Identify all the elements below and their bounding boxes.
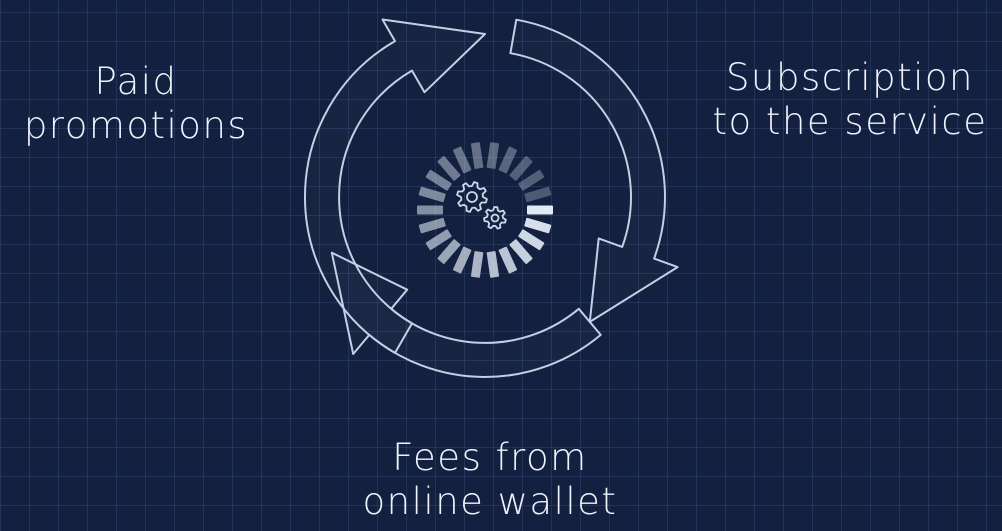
cycle-arrow-right bbox=[509, 18, 679, 323]
spinner-bar bbox=[486, 251, 500, 278]
spinner-bar bbox=[470, 142, 484, 169]
spinner-bar bbox=[417, 205, 443, 215]
loading-spinner-icon bbox=[417, 142, 553, 278]
spinner-bar bbox=[527, 205, 553, 215]
cycle-arrow-bottom bbox=[330, 251, 602, 378]
spinner-bar bbox=[418, 217, 446, 234]
gear-large-icon bbox=[456, 181, 488, 213]
gear-small-icon bbox=[483, 206, 507, 230]
spinner-bar bbox=[486, 142, 500, 169]
spinner-bar bbox=[418, 186, 446, 203]
gear-hub bbox=[466, 191, 478, 203]
gear-hub bbox=[490, 213, 500, 223]
gears-icon bbox=[456, 181, 507, 230]
spinner-bar bbox=[524, 217, 552, 234]
spinner-bar bbox=[470, 251, 484, 278]
spinner-bar bbox=[524, 186, 552, 203]
cycle-arrows-icon bbox=[303, 18, 679, 378]
cycle-diagram bbox=[303, 18, 679, 378]
